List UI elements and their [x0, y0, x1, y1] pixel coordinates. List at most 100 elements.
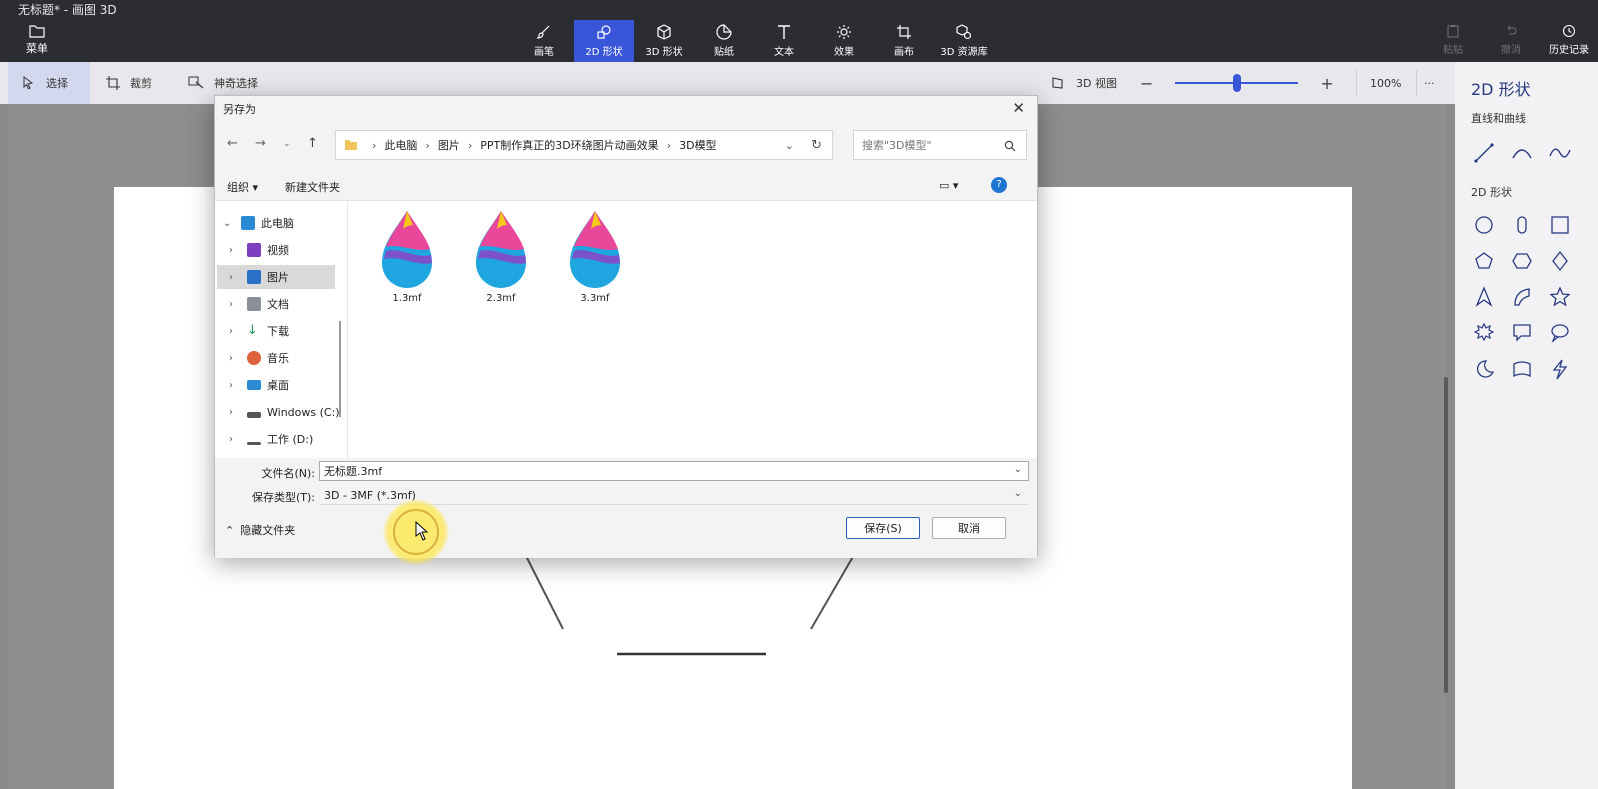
zoom-out-icon[interactable]: − [1140, 74, 1153, 93]
menu-button[interactable]: 菜单 [20, 24, 54, 58]
chevron-right-icon[interactable]: › [229, 326, 241, 337]
callout-oval-shape-icon[interactable] [1549, 322, 1571, 344]
star-shape-icon[interactable] [1549, 286, 1571, 308]
tree-item-documents[interactable]: › 文档 [215, 292, 347, 316]
zoom-in-icon[interactable]: + [1320, 74, 1333, 93]
moon-shape-icon[interactable] [1473, 358, 1495, 380]
file-item[interactable]: 3.3mf [558, 207, 632, 304]
zoom-control: − + [1140, 62, 1334, 104]
tree-item-downloads[interactable]: › ↓ 下载 [215, 319, 347, 343]
tool-brush[interactable]: 画笔 [514, 20, 574, 62]
tool-label: 贴纸 [714, 47, 734, 58]
crop-button[interactable]: 裁剪 [106, 62, 152, 104]
chevron-right-icon[interactable]: › [229, 245, 241, 256]
wave-shape-icon[interactable] [1549, 142, 1571, 164]
tool-canvas[interactable]: 画布 [874, 20, 934, 62]
hide-folders-toggle[interactable]: ⌃ 隐藏文件夹 [225, 522, 295, 538]
arrowhead-shape-icon[interactable] [1473, 286, 1495, 308]
arc-shape-icon[interactable] [1511, 142, 1533, 164]
2d-shapes-icon [597, 25, 611, 39]
chevron-down-icon[interactable]: ⌄ [785, 139, 794, 152]
callout-rect-shape-icon[interactable] [1511, 322, 1533, 344]
banner-shape-icon[interactable] [1511, 358, 1533, 380]
chevron-right-icon[interactable]: › [229, 380, 241, 391]
lightning-shape-icon[interactable] [1549, 358, 1571, 380]
folder-icon [29, 25, 45, 38]
breadcrumb-item[interactable]: PPT制作真正的3D环绕图片动画效果 [480, 137, 658, 153]
3d-view-button[interactable]: 3D 视图 [1052, 62, 1117, 104]
forward-arrow-icon[interactable]: → [255, 136, 266, 151]
tree-item-this-pc[interactable]: ⌄ 此电脑 [215, 211, 347, 235]
tool-3d-shapes[interactable]: 3D 形状 [634, 20, 694, 62]
chevron-right-icon[interactable]: › [229, 434, 241, 445]
chevron-right-icon[interactable]: › [229, 299, 241, 310]
zoom-slider[interactable] [1175, 74, 1299, 92]
chevron-right-icon[interactable]: › [229, 272, 241, 283]
paste-button[interactable]: 粘贴 [1424, 24, 1482, 56]
pentagon-shape-icon[interactable] [1473, 250, 1495, 272]
tree-item-videos[interactable]: › 视频 [215, 238, 347, 262]
burst-shape-icon[interactable] [1473, 322, 1495, 344]
tool-label: 画布 [894, 47, 914, 58]
history-label: 历史记录 [1549, 45, 1589, 56]
zoom-percent[interactable]: 100% [1370, 62, 1401, 104]
refresh-icon[interactable]: ↻ [811, 138, 822, 153]
tree-item-pictures[interactable]: › 图片 [217, 265, 335, 289]
tree-scrollbar[interactable] [339, 321, 341, 417]
capsule-shape-icon[interactable] [1511, 214, 1533, 236]
square-shape-icon[interactable] [1549, 214, 1571, 236]
diamond-shape-icon[interactable] [1549, 250, 1571, 272]
hexagon-shape-icon[interactable] [1511, 250, 1533, 272]
chevron-right-icon[interactable]: › [229, 407, 241, 418]
chevron-right-icon: › [467, 138, 473, 152]
chevron-right-icon: › [666, 138, 672, 152]
line-shape-icon[interactable] [1473, 142, 1495, 164]
chevron-down-icon[interactable]: ⌄ [1014, 488, 1022, 499]
circle-shape-icon[interactable] [1473, 214, 1495, 236]
tool-2d-shapes[interactable]: 2D 形状 [574, 20, 634, 62]
chevron-right-icon[interactable]: › [229, 353, 241, 364]
tree-item-drive-d[interactable]: › 工作 (D:) [215, 427, 347, 451]
help-icon[interactable]: ? [991, 177, 1007, 193]
tree-item-desktop[interactable]: › 桌面 [215, 373, 347, 397]
organize-button[interactable]: 组织 ▾ [227, 179, 258, 195]
cursor-highlight [383, 499, 449, 565]
breadcrumb-item[interactable]: 此电脑 [384, 137, 417, 153]
save-button[interactable]: 保存(S) [846, 517, 920, 539]
tree-item-music[interactable]: › 音乐 [215, 346, 347, 370]
undo-button[interactable]: 撤消 [1482, 24, 1540, 56]
file-item[interactable]: 1.3mf [370, 207, 444, 304]
pointer-icon [23, 76, 34, 90]
file-item[interactable]: 2.3mf [464, 207, 538, 304]
cancel-button[interactable]: 取消 [932, 517, 1006, 539]
address-bar[interactable]: › 此电脑 › 图片 › PPT制作真正的3D环绕图片动画效果 › 3D模型 ⌄… [335, 130, 833, 160]
tool-effects[interactable]: 效果 [814, 20, 874, 62]
recent-dropdown-icon[interactable]: ⌄ [283, 139, 291, 149]
filename-label: 文件名(N): [261, 467, 315, 480]
close-icon[interactable]: ✕ [1012, 99, 1025, 117]
new-folder-button[interactable]: 新建文件夹 [285, 179, 340, 195]
tool-text[interactable]: 文本 [754, 20, 814, 62]
search-input[interactable]: 搜索"3D模型" [853, 130, 1027, 160]
quarter-shape-icon[interactable] [1511, 286, 1533, 308]
up-arrow-icon[interactable]: ↑ [307, 136, 318, 151]
breadcrumb-item[interactable]: 图片 [438, 137, 460, 153]
video-folder-icon [247, 243, 261, 257]
back-arrow-icon[interactable]: ← [227, 136, 238, 151]
save-options: 文件名(N): 无标题.3mf ⌄ 保存类型(T): 3D - 3MF (*.3… [215, 458, 1037, 558]
workspace-scrollbar[interactable] [1444, 377, 1448, 693]
tree-item-drive-c[interactable]: › Windows (C:) [215, 400, 347, 424]
zoom-slider-thumb[interactable] [1232, 74, 1241, 92]
select-button[interactable]: 选择 [8, 62, 90, 104]
divider [1356, 70, 1357, 96]
sticker-icon [716, 24, 732, 40]
filename-input[interactable]: 无标题.3mf ⌄ [319, 461, 1029, 481]
chevron-down-icon[interactable]: ⌄ [1014, 464, 1022, 475]
more-button[interactable]: ··· [1424, 62, 1435, 104]
history-button[interactable]: 历史记录 [1540, 24, 1598, 56]
tool-stickers[interactable]: 贴纸 [694, 20, 754, 62]
tool-3d-library[interactable]: 3D 资源库 [934, 20, 994, 62]
chevron-down-icon[interactable]: ⌄ [223, 218, 235, 229]
view-options-icon[interactable]: ▭ ▾ [939, 179, 958, 192]
breadcrumb-item[interactable]: 3D模型 [679, 137, 716, 153]
